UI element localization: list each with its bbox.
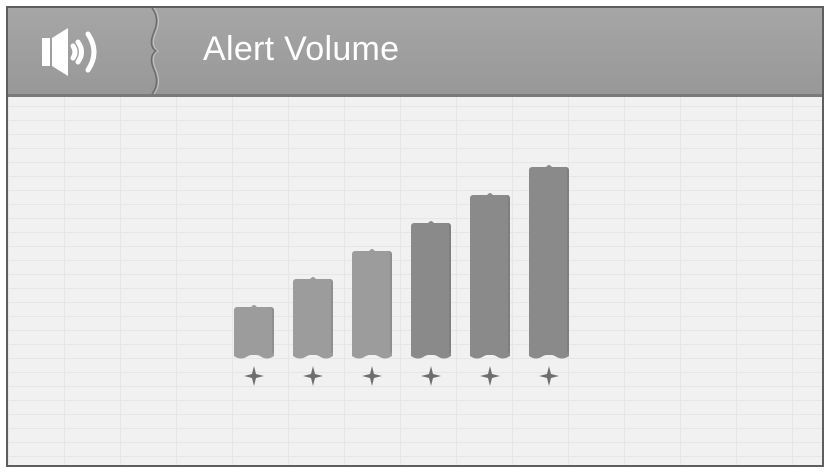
level-marker-icon	[362, 366, 382, 386]
bar-wave-edge	[470, 353, 510, 359]
volume-level-5-bar[interactable]	[470, 191, 510, 359]
level-marker-icon	[480, 366, 500, 386]
bar-fill	[529, 167, 569, 355]
level-marker-icon	[244, 366, 264, 386]
level-marker-icon	[421, 366, 441, 386]
volume-level-1-bar[interactable]	[234, 303, 274, 359]
bar-wave-edge	[234, 353, 274, 359]
speaker-button[interactable]	[8, 8, 153, 94]
bar-fill	[470, 195, 510, 355]
bar-peak-notch	[309, 277, 317, 281]
volume-level-2-bar[interactable]	[293, 275, 333, 359]
bar-peak-notch	[368, 249, 376, 253]
bar-wave-edge	[529, 353, 569, 359]
alert-volume-screen: Alert Volume	[6, 6, 824, 467]
speaker-icon	[42, 28, 97, 76]
bar-peak-notch	[486, 193, 494, 197]
bar-wave-edge	[352, 353, 392, 359]
volume-level-selector	[8, 97, 822, 465]
bar-fill	[234, 307, 274, 355]
bar-fill	[352, 251, 392, 355]
volume-level-4-bar[interactable]	[411, 219, 451, 359]
volume-level-3-bar[interactable]	[352, 247, 392, 359]
header-divider	[150, 8, 160, 94]
bar-peak-notch	[250, 305, 258, 309]
bar-fill	[411, 223, 451, 355]
bar-peak-notch	[545, 165, 553, 169]
bar-fill	[293, 279, 333, 355]
bar-peak-notch	[427, 221, 435, 225]
page-title: Alert Volume	[203, 30, 400, 68]
level-marker-icon	[539, 366, 559, 386]
bar-wave-edge	[293, 353, 333, 359]
volume-level-6-bar[interactable]	[529, 163, 569, 359]
header-bar: Alert Volume	[8, 8, 822, 97]
bar-wave-edge	[411, 353, 451, 359]
level-marker-icon	[303, 366, 323, 386]
